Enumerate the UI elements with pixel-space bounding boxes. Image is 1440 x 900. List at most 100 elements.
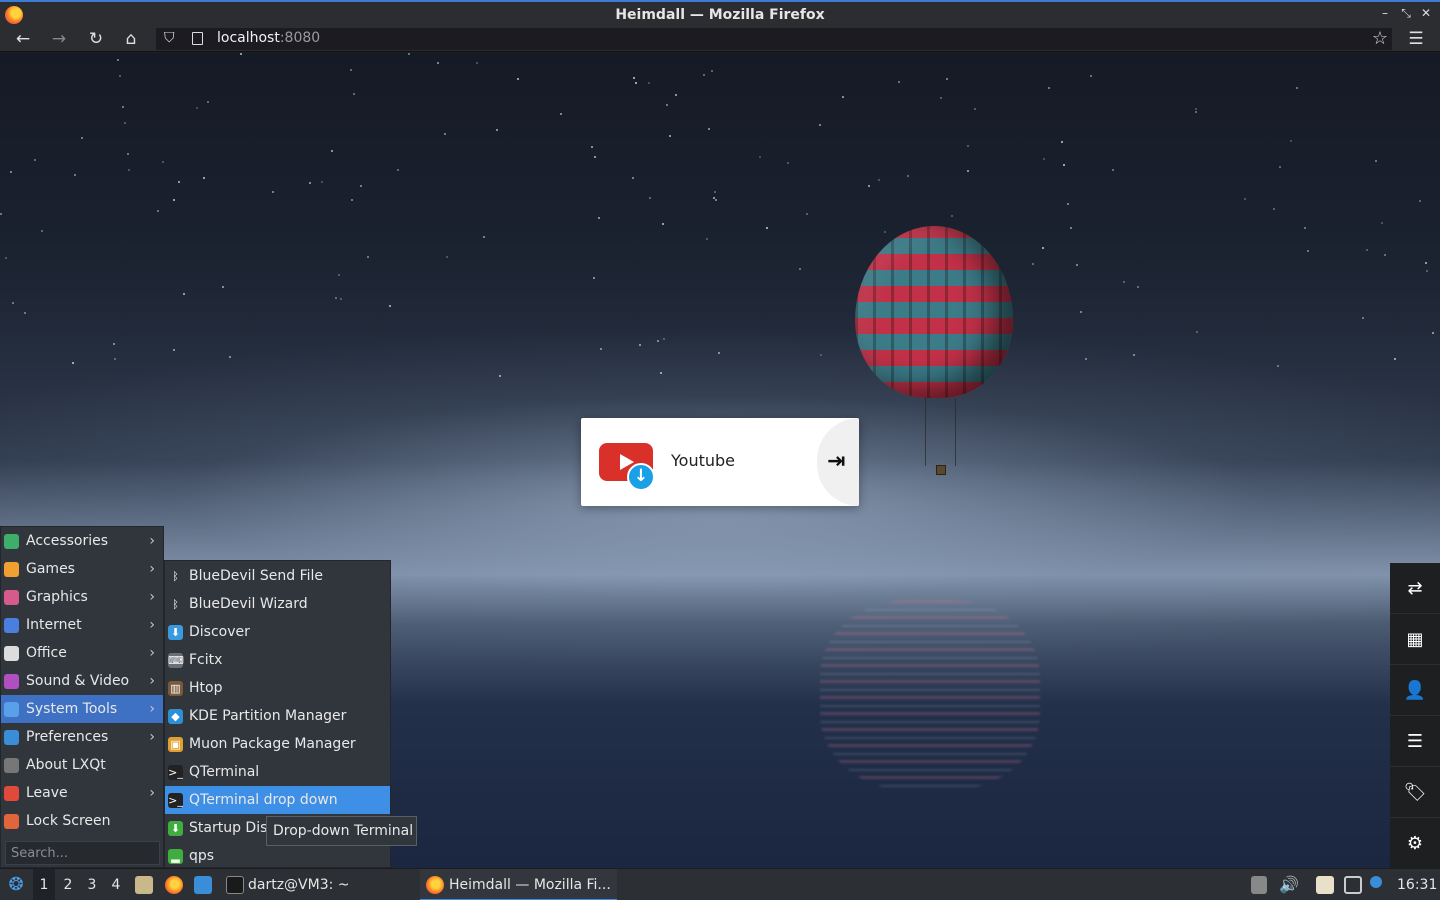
forward-icon[interactable]: → [46,28,72,50]
minimize-icon[interactable]: – [1378,6,1392,20]
star [389,305,391,307]
submenu-item-kde-partition-manager[interactable]: ◆ KDE Partition Manager [165,702,390,730]
restore-icon[interactable]: ⤡ [1399,6,1413,20]
menu-item-office[interactable]: Office › [1,639,163,667]
star [946,78,948,80]
submenu-item-qterminal-drop-down[interactable]: >_ QTerminal drop down [165,786,390,814]
close-icon[interactable]: ✕ [1419,6,1433,20]
shield-icon[interactable]: ⛉ [164,30,175,46]
star [351,199,353,201]
tile-title[interactable]: Youtube [671,451,735,470]
star [1043,158,1045,160]
grid-icon[interactable]: ▦ [1390,614,1440,665]
balloon-rope [955,398,956,466]
menu-category-icon [4,730,19,745]
chevron-right-icon: › [149,561,155,577]
star [24,312,26,314]
file-manager-icon[interactable] [135,876,153,894]
chevron-right-icon: › [149,589,155,605]
volume-icon[interactable]: 🔊 [1279,869,1299,900]
tray-clipboard-icon[interactable] [1316,876,1334,894]
menu-item-internet[interactable]: Internet › [1,611,163,639]
menu-item-label: Internet [26,617,82,633]
star [787,162,789,164]
tag-icon[interactable]: 🏷 [1390,767,1440,818]
desktop-launcher-icon[interactable] [194,876,212,894]
menu-item-accessories[interactable]: Accessories › [1,527,163,555]
firefox-launcher-icon[interactable] [165,876,183,894]
terminal-task-button[interactable]: dartz@VM3: ~ [220,869,415,900]
open-link-button[interactable]: ⇥ [817,418,859,506]
menu-item-label: Lock Screen [26,813,111,829]
menu-item-label: Games [26,561,75,577]
user-icon[interactable]: 👤 [1390,665,1440,716]
reload-icon[interactable]: ↻ [83,28,109,50]
star [594,156,596,158]
star [240,53,242,55]
desktop-2-button[interactable]: 2 [57,869,79,900]
tray-network-icon[interactable] [1344,876,1362,894]
app-icon: >_ [168,765,183,780]
star [499,375,501,377]
app-menu-icon[interactable]: ☰ [1403,28,1429,50]
submenu-item-qterminal[interactable]: >_ QTerminal [165,758,390,786]
star [340,298,342,300]
back-icon[interactable]: ← [10,28,36,50]
star [878,179,880,181]
menu-item-leave[interactable]: Leave › [1,779,163,807]
desktop-4-button[interactable]: 4 [105,869,127,900]
bookmark-star-icon[interactable]: ☆ [1372,28,1388,49]
submenu-item-label: BlueDevil Wizard [189,596,308,612]
tray-notes-icon[interactable] [1251,876,1267,894]
menu-item-preferences[interactable]: Preferences › [1,723,163,751]
menu-item-sound-video[interactable]: Sound & Video › [1,667,163,695]
submenu-item-htop[interactable]: ▥ Htop [165,674,390,702]
tray-update-icon[interactable] [1370,876,1382,888]
home-icon[interactable]: ⌂ [118,28,144,50]
app-icon: ▣ [168,737,183,752]
firefox-task-button[interactable]: Heimdall — Mozilla Fi... [420,869,617,900]
submenu-item-bluedevil-wizard[interactable]: ᛒ BlueDevil Wizard [165,590,390,618]
submenu-item-qps[interactable]: ▂ qps [165,842,390,870]
menu-item-graphics[interactable]: Graphics › [1,583,163,611]
desktop-1-button[interactable]: 1 [33,869,55,900]
submenu-item-bluedevil-send-file[interactable]: ᛒ BlueDevil Send File [165,562,390,590]
url-bar[interactable]: ⛉ localhost:8080 ☆ [156,28,1392,50]
star [119,75,121,77]
menu-item-label: About LXQt [26,757,106,773]
star [1394,358,1396,360]
star [560,113,562,115]
star [1067,203,1069,205]
menu-item-label: Graphics [26,589,88,605]
star [353,93,355,95]
submenu-item-muon-package-manager[interactable]: ▣ Muon Package Manager [165,730,390,758]
star [806,213,808,215]
switch-icon[interactable]: ⇄ [1390,563,1440,614]
menu-item-label: Preferences [26,729,109,745]
star [207,101,209,103]
settings-icon[interactable]: ⚙ [1390,818,1440,869]
youtube-app-tile[interactable]: ↓ Youtube ⇥ [581,418,859,506]
clock[interactable]: 16:31 [1397,869,1437,900]
submenu-item-fcitx[interactable]: ⌨ Fcitx [165,646,390,674]
menu-search-input[interactable] [5,841,160,865]
start-menu-button[interactable]: ❂ [4,869,28,900]
terminal-icon [226,876,244,894]
menu-item-about-lxqt[interactable]: About LXQt [1,751,163,779]
menu-item-system-tools[interactable]: System Tools › [1,695,163,723]
star [633,77,635,79]
star [0,213,2,215]
star [335,297,337,299]
menu-item-lock-screen[interactable]: Lock Screen [1,807,163,835]
tooltip: Drop-down Terminal [266,816,417,846]
menu-item-games[interactable]: Games › [1,555,163,583]
star [1085,358,1087,360]
app-icon: ⌨ [168,653,184,668]
app-icon: ⬇ [168,821,183,836]
submenu-item-discover[interactable]: ⬇ Discover [165,618,390,646]
submenu-item-label: Startup Dis [189,820,268,836]
star [1273,208,1275,210]
list-icon[interactable]: ☰ [1390,716,1440,767]
desktop-3-button[interactable]: 3 [81,869,103,900]
url-text[interactable]: localhost:8080 [217,30,320,46]
